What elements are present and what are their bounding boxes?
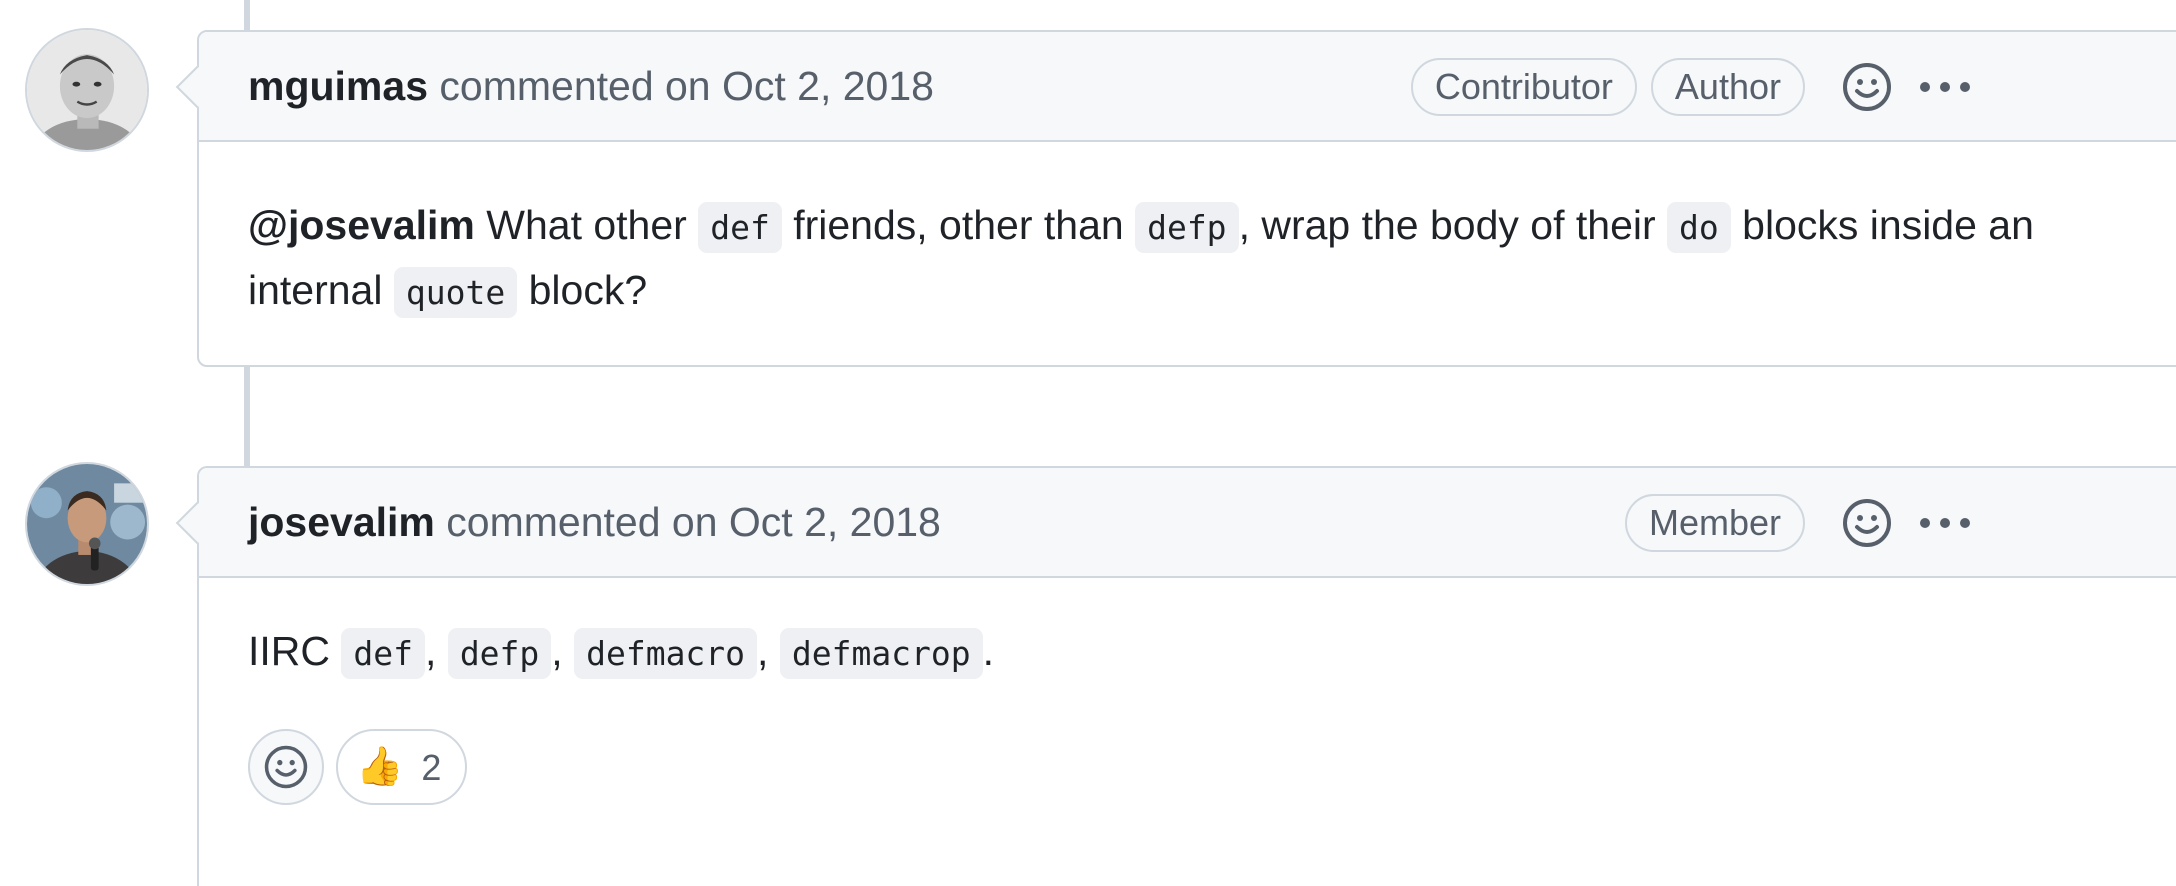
comment-header-actions: Contributor Author	[1410, 32, 1973, 142]
body-text: IIRC	[248, 628, 342, 674]
add-reaction-button[interactable]	[1841, 494, 1893, 552]
inline-code: do	[1667, 202, 1731, 253]
member-badge: Member	[1624, 494, 1805, 552]
comment-header-text: josevalim commented on Oct 2, 2018	[248, 499, 941, 546]
author-link[interactable]: mguimas	[248, 63, 428, 109]
comment-box: josevalim commented on Oct 2, 2018 Membe…	[175, 466, 2176, 886]
comment-options-button[interactable]	[1917, 494, 1973, 552]
comment-header: mguimas commented on Oct 2, 2018 Contrib…	[199, 32, 2176, 142]
smiley-icon	[1843, 63, 1891, 111]
comment-timestamp[interactable]: commented on Oct 2, 2018	[439, 63, 934, 109]
comment-header-actions: Member	[1624, 468, 1973, 578]
body-text: .	[982, 628, 995, 674]
thumbs-up-reaction[interactable]: 👍 2	[336, 729, 468, 805]
comment-box: mguimas commented on Oct 2, 2018 Contrib…	[175, 30, 2176, 367]
body-text: What other	[474, 202, 699, 248]
smiley-icon	[264, 745, 308, 789]
body-text: ,	[425, 628, 448, 674]
body-text: ,	[551, 628, 575, 674]
comment-body: @josevalim What other def friends, other…	[199, 142, 2176, 372]
add-reaction-button[interactable]	[1841, 58, 1893, 116]
body-text: friends, other than	[781, 202, 1136, 248]
comment-header: josevalim commented on Oct 2, 2018 Membe…	[199, 468, 2176, 578]
inline-code: defmacrop	[779, 628, 983, 679]
comment-options-button[interactable]	[1917, 58, 1973, 116]
inline-code: quote	[393, 267, 518, 318]
user-mention[interactable]: @josevalim	[248, 202, 475, 248]
thumbs-up-icon: 👍	[356, 745, 404, 788]
inline-code: def	[341, 628, 426, 679]
inline-code: defp	[447, 628, 552, 679]
inline-code: def	[698, 202, 782, 253]
reaction-count: 2	[421, 746, 442, 788]
author-link[interactable]: josevalim	[248, 499, 435, 545]
author-badge: Author	[1650, 58, 1805, 116]
body-text: block?	[517, 267, 648, 313]
comment-timestamp[interactable]: commented on Oct 2, 2018	[446, 499, 941, 545]
inline-code: defp	[1135, 202, 1239, 253]
smiley-icon	[1843, 499, 1891, 547]
kebab-horizontal-icon	[1920, 82, 1970, 92]
comment-text: IIRC def, defp, defmacro, defmacrop.	[248, 620, 2146, 685]
kebab-horizontal-icon	[1920, 518, 1970, 528]
reactions-bar: 👍 2	[248, 729, 2146, 805]
inline-code: defmacro	[574, 628, 758, 679]
body-text: , wrap the body of their	[1238, 202, 1668, 248]
contributor-badge: Contributor	[1410, 58, 1637, 116]
comment-body: IIRC def, defp, defmacro, defmacrop. 👍 2	[199, 578, 2176, 853]
body-text: ,	[757, 628, 780, 674]
add-reaction-button[interactable]	[248, 729, 324, 805]
avatar[interactable]	[25, 462, 149, 586]
avatar[interactable]	[25, 28, 149, 152]
comment-header-text: mguimas commented on Oct 2, 2018	[248, 63, 934, 110]
